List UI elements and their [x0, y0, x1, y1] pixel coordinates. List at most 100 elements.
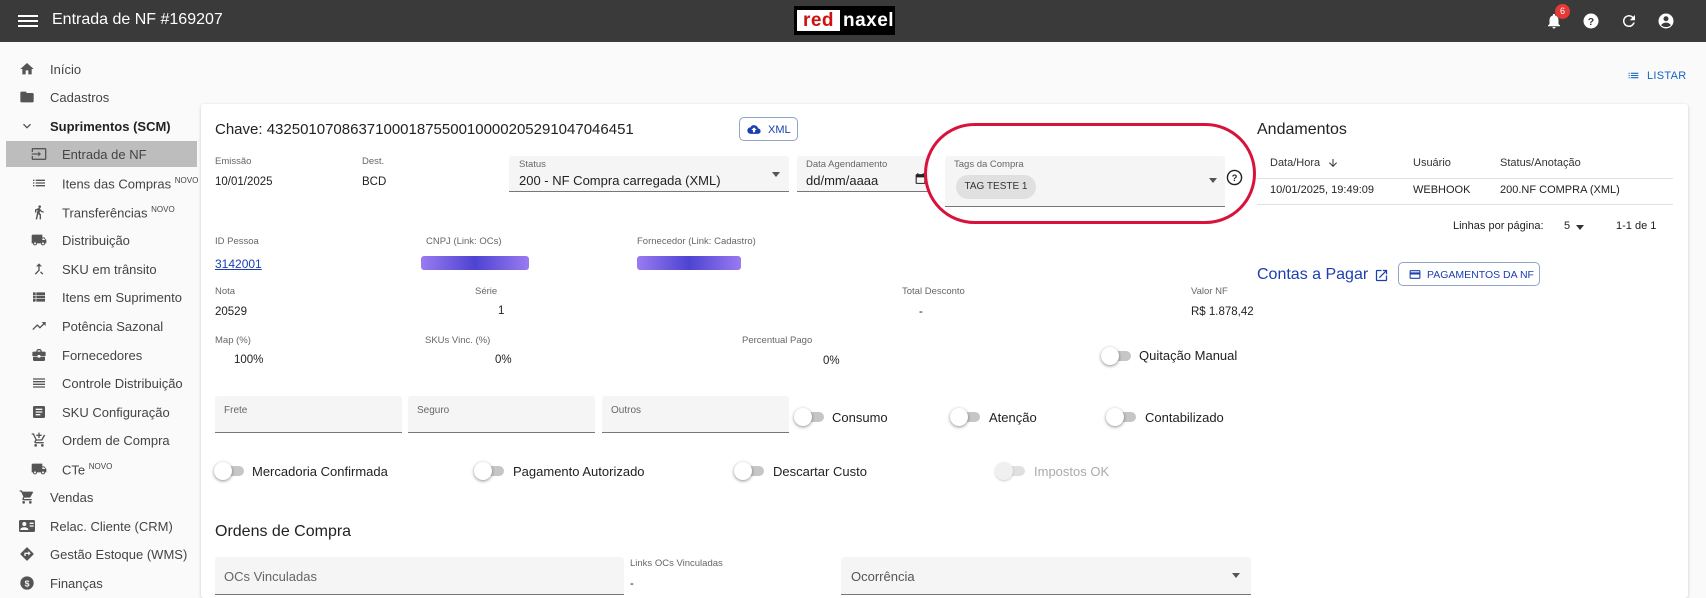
mercadoria-confirmada-toggle[interactable] [214, 462, 244, 480]
help-icon[interactable]: ? [1582, 12, 1600, 30]
andamentos-title: Andamentos [1257, 121, 1347, 138]
map-label: Map (%) [215, 335, 251, 346]
impostos-ok-toggle [995, 462, 1025, 480]
rows-per-page-select[interactable]: 5 [1564, 220, 1570, 232]
id-pessoa-link[interactable]: 3142001 [215, 257, 262, 271]
sidebar-item-distribuicao[interactable]: Distribuição [0, 227, 196, 253]
cnpj-label: CNPJ (Link: OCs) [426, 236, 502, 247]
input-icon [31, 148, 47, 160]
valor-nf-value: R$ 1.878,42 [1191, 306, 1254, 318]
row-usuario: WEBHOOK [1413, 184, 1471, 196]
descartar-custo-toggle[interactable] [734, 462, 764, 480]
table-divider [1257, 204, 1673, 205]
nota-label: Nota [215, 286, 236, 297]
percentual-pago-value: 0% [823, 355, 840, 367]
list-icon [1628, 72, 1639, 79]
sidebar: Início Cadastros Suprimentos (SCM) Entra… [0, 42, 200, 598]
pagamento-autorizado-toggle[interactable] [474, 462, 504, 480]
menu-icon[interactable] [18, 12, 38, 30]
dest-label: Dest. [362, 156, 385, 167]
status-select[interactable]: Status 200 - NF Compra carregada (XML) [509, 156, 789, 192]
arrow-down-icon[interactable] [1327, 157, 1339, 169]
cart-icon [19, 490, 34, 504]
sidebar-item-cte[interactable]: CTe NOVO [0, 456, 196, 482]
sidebar-item-vendas[interactable]: Vendas [0, 484, 196, 510]
links-ocs-label: Links OCs Vinculadas [630, 558, 723, 569]
refresh-icon[interactable] [1620, 12, 1638, 30]
row-data-hora: 10/01/2025, 19:49:09 [1270, 184, 1374, 196]
page-title: Entrada de NF #169207 [52, 11, 223, 28]
frete-field[interactable]: Frete [215, 396, 402, 433]
ocorrencia-select[interactable]: Ocorrência [841, 557, 1251, 595]
directions-icon [20, 547, 34, 561]
rednaxel-logo: red naxel [794, 6, 895, 35]
cnpj-link-redacted[interactable] [421, 256, 529, 270]
pagination-range: 1-1 de 1 [1616, 220, 1657, 232]
merge-icon [34, 263, 44, 275]
sidebar-item-suprimentos[interactable]: Suprimentos (SCM) [0, 113, 196, 139]
sidebar-item-sku-configuracao[interactable]: SKU Configuração [0, 399, 196, 425]
atencao-toggle[interactable] [950, 408, 980, 426]
top-app-bar: Entrada de NF #169207 red naxel 6 ? [0, 0, 1706, 42]
map-value: 100% [234, 354, 264, 366]
nf-chave: Chave: 432501070863710001875500100002052… [215, 121, 634, 138]
quitacao-manual-toggle[interactable] [1101, 347, 1131, 365]
folder-icon [20, 91, 34, 103]
col-data-hora[interactable]: Data/Hora [1270, 157, 1320, 169]
sidebar-item-potencia[interactable]: Potência Sazonal [0, 313, 196, 339]
outros-field[interactable]: Outros [602, 396, 789, 433]
sidebar-item-fornecedores[interactable]: Fornecedores [0, 342, 196, 368]
home-icon [20, 63, 34, 75]
open-in-new-icon[interactable] [1374, 268, 1389, 283]
dropdown-arrow-icon [1232, 573, 1240, 578]
sidebar-item-itens-suprimento[interactable]: Itens em Suprimento [0, 284, 196, 310]
sidebar-item-transferencias[interactable]: Transferências NOVO [0, 199, 196, 225]
row-status: 200.NF COMPRA (XML) [1500, 184, 1620, 196]
money-icon: $ [20, 576, 34, 590]
mercadoria-confirmada-label: Mercadoria Confirmada [252, 464, 388, 479]
contabilizado-toggle[interactable] [1106, 408, 1136, 426]
credit-card-icon [1409, 270, 1421, 279]
trending-up-icon [32, 322, 46, 330]
pagamentos-nf-button[interactable]: PAGAMENTOS DA NF [1398, 262, 1540, 286]
truck-icon [31, 234, 47, 246]
sidebar-item-sku-transito[interactable]: SKU em trânsito [0, 256, 196, 282]
consumo-toggle[interactable] [794, 408, 824, 426]
col-status-anotacao: Status/Anotação [1500, 157, 1581, 169]
fornecedor-label: Fornecedor (Link: Cadastro) [637, 236, 756, 247]
col-usuario: Usuário [1413, 157, 1451, 169]
rows-per-page-label: Linhas por página: [1453, 220, 1544, 232]
emissao-label: Emissão [215, 156, 252, 167]
svg-text:$: $ [25, 578, 30, 588]
ocs-vinculadas-field[interactable]: OCs Vinculadas [215, 557, 624, 595]
serie-value: 1 [498, 305, 505, 317]
percentual-pago-label: Percentual Pago [742, 335, 813, 346]
skus-vinc-value: 0% [495, 354, 512, 366]
quitacao-manual-label: Quitação Manual [1139, 348, 1238, 363]
sidebar-item-crm[interactable]: Relac. Cliente (CRM) [0, 513, 196, 539]
fornecedor-link-redacted[interactable] [637, 256, 741, 270]
sidebar-item-cadastros[interactable]: Cadastros [0, 84, 196, 110]
dropdown-arrow-icon [772, 172, 780, 177]
contas-pagar-link[interactable]: Contas a Pagar [1257, 266, 1368, 284]
sidebar-item-wms[interactable]: Gestão Estoque (WMS) [0, 541, 196, 567]
dest-value: BCD [362, 176, 387, 188]
data-agendamento-field[interactable]: Data Agendamento dd/mm/aaaa [797, 156, 929, 192]
atencao-label: Atenção [989, 410, 1037, 425]
sidebar-item-controle-distribuicao[interactable]: Controle Distribuição [0, 370, 196, 396]
seguro-field[interactable]: Seguro [408, 396, 595, 433]
consumo-label: Consumo [832, 410, 888, 425]
xml-button[interactable]: XML [739, 117, 798, 141]
list-icon [33, 179, 45, 187]
total-desconto-value: - [919, 306, 923, 318]
sidebar-item-inicio[interactable]: Início [0, 56, 196, 82]
dropdown-arrow-icon[interactable] [1576, 225, 1584, 230]
table-divider [1257, 178, 1673, 179]
sidebar-item-ordem-compra[interactable]: Ordem de Compra [0, 427, 196, 453]
sidebar-item-entrada-nf[interactable]: Entrada de NF [6, 141, 197, 167]
total-desconto-label: Total Desconto [902, 286, 965, 297]
sidebar-item-itens-compras[interactable]: Itens das Compras NOVO [0, 170, 198, 196]
sidebar-item-financas[interactable]: $ Finanças [0, 570, 196, 596]
notification-badge: 6 [1555, 4, 1570, 19]
account-icon[interactable] [1657, 12, 1675, 30]
